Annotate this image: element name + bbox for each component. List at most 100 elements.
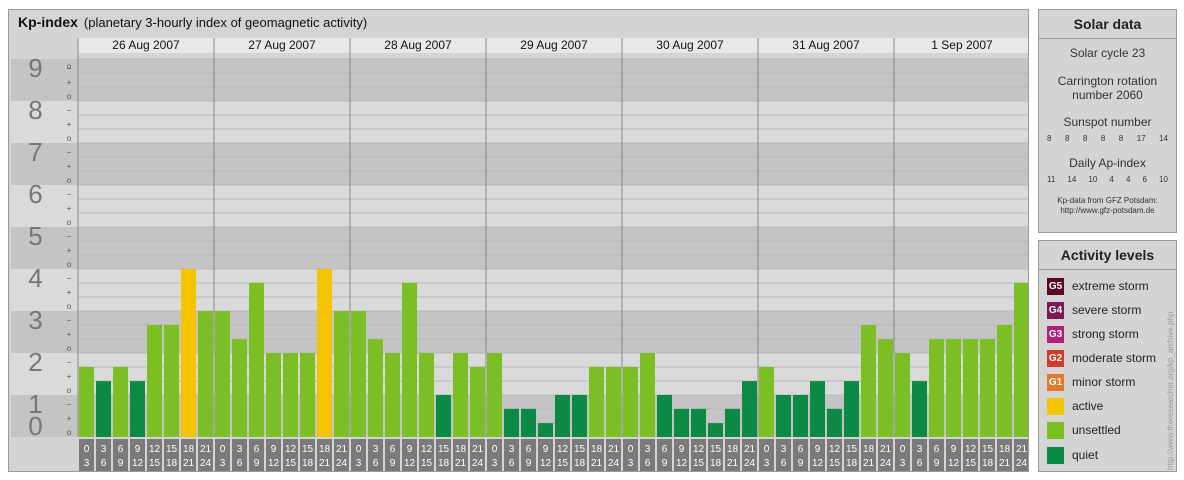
kp-bar (980, 339, 995, 437)
kp-bar (215, 311, 230, 437)
source-line-1: Kp-data from GFZ Potsdam: (1057, 196, 1158, 205)
interval-end-label: 21 (999, 458, 1011, 469)
interval-start-label: 12 (149, 444, 161, 455)
interval-end-label: 3 (900, 458, 906, 469)
interval-end-label: 18 (574, 458, 586, 469)
sub-tick-label: o (67, 176, 72, 185)
sub-tick-label: + (67, 162, 72, 171)
carrington-line-2: number 2060 (1072, 88, 1143, 102)
interval-end-label: 12 (676, 458, 688, 469)
interval-start-label: 6 (254, 444, 260, 455)
kp-bar (623, 366, 638, 437)
plot-band (78, 227, 1028, 269)
interval-start-label: 0 (220, 444, 226, 455)
interval-start-label: 21 (608, 444, 620, 455)
interval-end-label: 18 (166, 458, 178, 469)
interval-end-label: 9 (390, 458, 396, 469)
kp-bar (504, 408, 519, 437)
day-label: 27 Aug 2007 (248, 38, 316, 52)
interval-start-label: 3 (509, 444, 515, 455)
day-label: 28 Aug 2007 (384, 38, 452, 52)
interval-end-label: 15 (149, 458, 161, 469)
interval-end-label: 9 (934, 458, 940, 469)
solar-data-panel: Solar data Solar cycle 23 Carrington rot… (1038, 9, 1177, 233)
kp-bar (164, 324, 179, 437)
interval-start-label: 12 (421, 444, 433, 455)
sub-tick-label: o (67, 260, 72, 269)
kp-bar (79, 366, 94, 437)
side-url-text: http://www.theresearcher.org/kp_archive.… (1166, 311, 1175, 470)
interval-end-label: 15 (421, 458, 433, 469)
kp-bar (113, 366, 128, 437)
level-extreme-storm: G5 extreme storm (1047, 277, 1149, 295)
sub-tick-label: − (67, 106, 72, 115)
sub-tick-label: + (67, 120, 72, 129)
interval-start-label: 6 (798, 444, 804, 455)
kp-bar (844, 381, 859, 437)
level-swatch: G2 (1047, 349, 1064, 367)
level-swatch: G4 (1047, 301, 1064, 319)
interval-end-label: 21 (863, 458, 875, 469)
y-axis-label: 4 (28, 263, 42, 293)
interval-end-label: 6 (237, 458, 243, 469)
level-moderate-storm: G2 moderate storm (1047, 349, 1156, 367)
sunspot-value: 8 (1118, 134, 1124, 143)
kp-bar (861, 324, 876, 437)
interval-start-label: 15 (438, 444, 450, 455)
kp-bar (521, 408, 536, 437)
activity-levels-panel: Activity levels G5 extreme storm G4 severe… (1038, 240, 1177, 472)
interval-start-label: 0 (356, 444, 362, 455)
interval-start-label: 6 (118, 444, 124, 455)
kp-bar (827, 408, 842, 437)
sunspot-value: 8 (1082, 134, 1088, 143)
interval-end-label: 18 (302, 458, 314, 469)
level-minor-storm: G1 minor storm (1047, 373, 1135, 391)
sub-tick-label: + (67, 288, 72, 297)
sunspot-value: 8 (1064, 134, 1070, 143)
kp-bar (385, 353, 400, 437)
sunspot-value: 8 (1100, 134, 1106, 143)
plot-band (78, 59, 1028, 101)
interval-start-label: 3 (237, 444, 243, 455)
sub-tick-label: − (67, 148, 72, 157)
kp-bar (130, 381, 145, 437)
interval-start-label: 9 (951, 444, 957, 455)
ap-label: Daily Ap-index (1069, 156, 1146, 170)
sunspot-value: 8 (1047, 134, 1052, 143)
source-line-2: http://www.gfz-potsdam.de (1060, 206, 1155, 215)
carrington-line-1: Carrington rotation (1057, 74, 1158, 88)
level-label: extreme storm (1072, 279, 1149, 293)
interval-end-label: 21 (319, 458, 331, 469)
kp-bar (368, 339, 383, 437)
level-swatch (1047, 421, 1064, 439)
interval-start-label: 12 (285, 444, 297, 455)
interval-end-label: 24 (336, 458, 348, 469)
sub-tick-label: o (67, 344, 72, 353)
interval-end-label: 12 (540, 458, 552, 469)
ap-value: 10 (1088, 175, 1098, 184)
interval-start-label: 0 (84, 444, 90, 455)
interval-end-label: 3 (356, 458, 362, 469)
interval-start-label: 15 (710, 444, 722, 455)
kp-bar (470, 366, 485, 437)
interval-start-label: 12 (829, 444, 841, 455)
kp-bar (776, 395, 791, 437)
interval-start-label: 18 (455, 444, 467, 455)
ap-value: 11 (1047, 175, 1056, 184)
day-label: 31 Aug 2007 (792, 38, 860, 52)
ap-value: 6 (1142, 175, 1147, 184)
interval-start-label: 9 (135, 444, 141, 455)
day-label: 1 Sep 2007 (931, 38, 993, 52)
y-axis-label: 5 (28, 221, 42, 251)
y-axis-label: 2 (28, 347, 42, 377)
sub-tick-label: + (67, 372, 72, 381)
y-axis-label: 7 (28, 137, 42, 167)
sub-tick-label: + (67, 246, 72, 255)
kp-bar (759, 366, 774, 437)
kp-bar (266, 353, 281, 437)
interval-end-label: 12 (404, 458, 416, 469)
level-label: minor storm (1072, 375, 1136, 389)
y-axis-label: 6 (28, 179, 42, 209)
sub-tick-label: o (67, 386, 72, 395)
interval-end-label: 3 (628, 458, 634, 469)
